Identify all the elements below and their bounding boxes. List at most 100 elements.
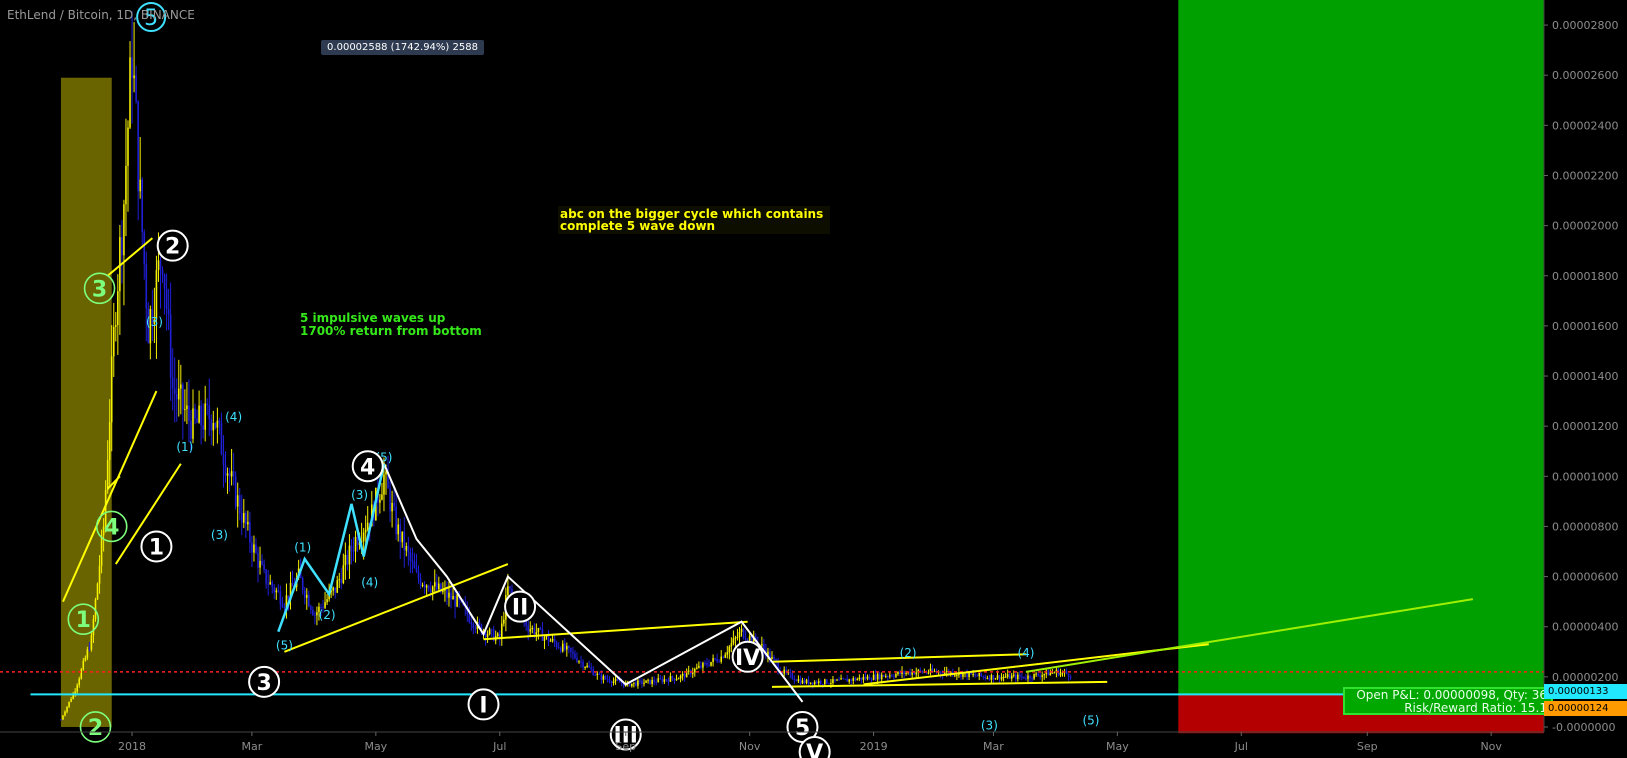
- candle-body: [830, 683, 832, 685]
- candle-body: [915, 672, 918, 675]
- candle-body: [974, 674, 976, 676]
- candle-body: [551, 639, 554, 641]
- candle-body: [117, 291, 119, 326]
- candle-body: [919, 669, 922, 671]
- candle-body: [557, 646, 560, 648]
- candle-body: [488, 629, 491, 635]
- candle-body: [421, 584, 424, 586]
- wave-circle-label: 1: [76, 608, 91, 633]
- candle-body: [251, 542, 253, 553]
- candle-body: [606, 678, 609, 680]
- candle-body: [594, 674, 597, 676]
- candle-body: [856, 678, 859, 681]
- time-axis-label: Sep: [1357, 740, 1378, 753]
- wave-sub-label: (1): [294, 541, 311, 555]
- price-axis-label: 0.00001600: [1552, 320, 1618, 333]
- candle-body: [228, 473, 231, 477]
- candle-body: [722, 656, 725, 658]
- candle-body: [409, 552, 412, 561]
- candle-body: [121, 237, 123, 256]
- candle-body: [277, 590, 280, 592]
- price-chart[interactable]: (3)(1)(4)(3)(5)(1)(2)(3)(4)(5)(2) (4)(3)(…: [0, 0, 1627, 758]
- candle-body: [588, 665, 590, 668]
- candle-body: [161, 269, 164, 275]
- candle-body: [696, 667, 698, 669]
- candle-body: [559, 647, 562, 652]
- candle-body: [389, 488, 391, 512]
- candle-body: [194, 408, 196, 419]
- candle-body: [316, 612, 318, 616]
- candle-body: [998, 675, 1001, 680]
- candle-body: [131, 57, 133, 79]
- candle-body: [736, 637, 739, 639]
- candle-body: [553, 639, 556, 643]
- candle-body: [308, 594, 310, 607]
- candle-body: [391, 502, 393, 512]
- wave-sub-label: (5): [276, 638, 293, 652]
- candle-body: [127, 127, 129, 166]
- candle-body: [1004, 676, 1007, 678]
- candle-body: [694, 668, 696, 673]
- candle-body: [631, 683, 633, 687]
- candle-body: [208, 405, 211, 420]
- candle-body: [945, 670, 948, 673]
- time-axis-label: 2019: [860, 740, 888, 753]
- candle-body: [253, 544, 255, 553]
- candle-body: [200, 405, 202, 426]
- candle-body: [275, 590, 278, 593]
- candle-body: [214, 423, 217, 428]
- candle-body: [279, 591, 282, 605]
- candle-body: [803, 680, 806, 684]
- candle-body: [783, 669, 785, 674]
- candle-body: [182, 384, 184, 410]
- candle-body: [876, 673, 879, 680]
- candle-body: [992, 675, 995, 680]
- wave-circle-label: II: [512, 596, 528, 621]
- candle-body: [598, 673, 601, 675]
- candle-body: [427, 585, 430, 590]
- candle-body: [145, 263, 148, 309]
- candle-body: [342, 565, 345, 583]
- candle-body: [226, 473, 229, 476]
- candle-body: [667, 679, 670, 682]
- wave-circle-label: V: [806, 741, 823, 758]
- candle-body: [972, 674, 974, 676]
- candle-body: [582, 661, 584, 668]
- candle-body: [106, 459, 109, 491]
- candle-body: [366, 522, 369, 530]
- candle-body: [956, 675, 958, 677]
- candle-body: [155, 270, 158, 320]
- price-axis-label: 0.00002000: [1552, 220, 1618, 233]
- candle-body: [604, 676, 607, 679]
- time-axis-label: Jul: [492, 740, 506, 753]
- candle-body: [98, 565, 101, 584]
- time-axis-label: Sep: [615, 740, 636, 753]
- annotation-line: 1700% return from bottom: [300, 324, 482, 338]
- candle-body: [706, 662, 708, 665]
- candle-body: [74, 691, 76, 694]
- candle-body: [108, 422, 111, 460]
- candle-body: [572, 651, 574, 654]
- candle-body: [738, 631, 741, 638]
- candle-body: [578, 661, 580, 663]
- candle-body: [612, 681, 615, 684]
- candle-body: [490, 629, 493, 631]
- candle-body: [247, 521, 249, 525]
- candle-body: [596, 673, 599, 676]
- wave-sub-label: (4): [1017, 646, 1034, 660]
- trend-line: [483, 620, 748, 641]
- candle-body: [354, 536, 357, 552]
- candle-body: [196, 418, 198, 423]
- candle-body: [663, 679, 666, 682]
- candle-body: [905, 672, 907, 674]
- candle-body: [728, 646, 731, 653]
- candle-body: [791, 673, 794, 679]
- candle-body: [868, 676, 871, 680]
- candle-body: [653, 680, 655, 683]
- position-info-box[interactable]: Open P&L: 0.00000098, Qty: 36 Risk/Rewar…: [1343, 687, 1553, 715]
- price-axis-label: 0.00001200: [1552, 420, 1618, 433]
- candle-body: [1035, 673, 1037, 675]
- candle-body: [838, 679, 840, 681]
- candle-body: [537, 628, 540, 633]
- candle-body: [383, 474, 385, 495]
